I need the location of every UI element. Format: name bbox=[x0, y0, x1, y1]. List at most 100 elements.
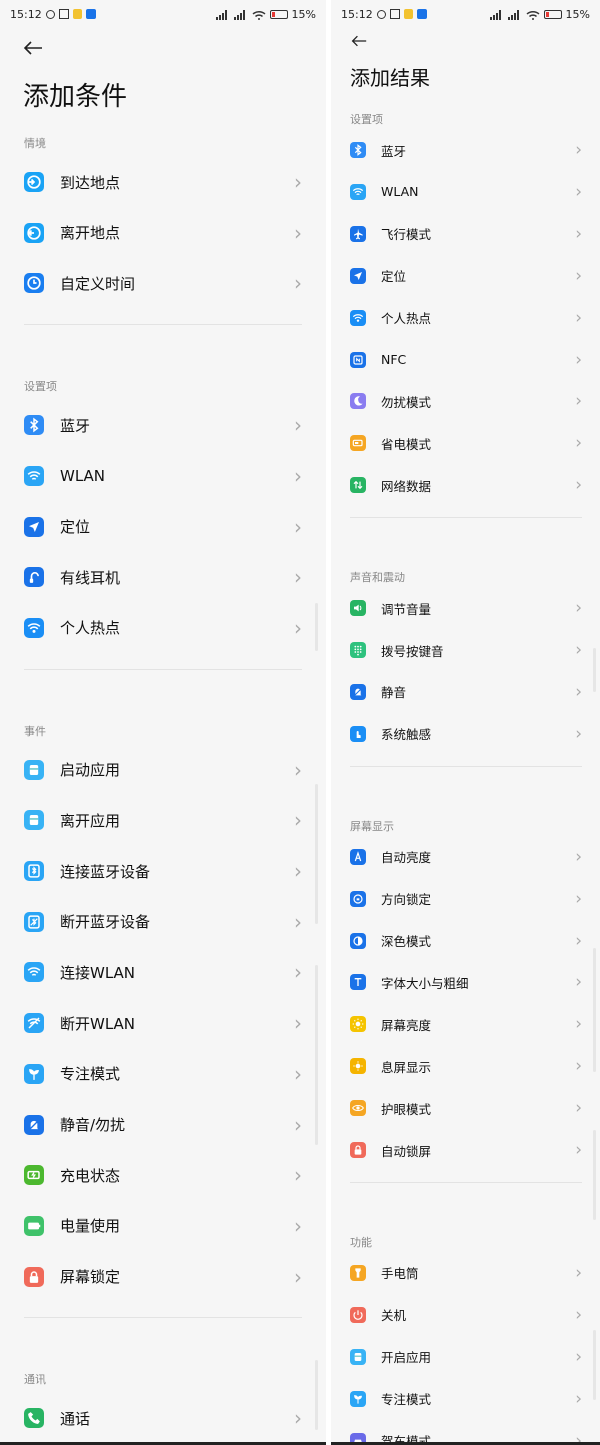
list-item-label: WLAN bbox=[60, 466, 106, 485]
list-item-charging[interactable]: 充电状态 › bbox=[24, 1158, 326, 1192]
back-button[interactable] bbox=[351, 33, 367, 52]
list-item-wifi-disconnect[interactable]: 断开WLAN › bbox=[24, 1006, 326, 1040]
alarm-icon bbox=[377, 10, 386, 19]
list-item-wifi[interactable]: WLAN › bbox=[350, 177, 600, 207]
list-item-dark-mode[interactable]: 深色模式 › bbox=[350, 926, 600, 956]
list-item-hotspot[interactable]: 个人热点 › bbox=[24, 611, 326, 645]
list-item-rotation-lock[interactable]: 方向锁定 › bbox=[350, 884, 600, 914]
list-item-label: 勿扰模式 bbox=[381, 394, 432, 410]
hotspot-icon bbox=[350, 309, 366, 326]
chevron-right-icon: › bbox=[294, 170, 302, 194]
status-notification-icons bbox=[373, 8, 427, 21]
list-item-location-arrow[interactable]: 定位 › bbox=[24, 510, 326, 544]
chevron-right-icon: › bbox=[575, 475, 582, 496]
wifi-status-icon bbox=[252, 10, 266, 20]
list-item-flashlight[interactable]: 手电筒 › bbox=[350, 1258, 600, 1288]
chevron-right-icon: › bbox=[575, 1056, 582, 1077]
battery-percent: 15% bbox=[291, 8, 316, 21]
list-item-bluetooth-connect[interactable]: 连接蓝牙设备 › bbox=[24, 854, 326, 888]
chevron-right-icon: › bbox=[575, 181, 582, 202]
section-divider bbox=[350, 765, 582, 767]
bluetooth-icon bbox=[350, 142, 366, 158]
list-item-mute-bell[interactable]: 静音 › bbox=[350, 677, 600, 707]
list-item-focus-sprout[interactable]: 专注模式 › bbox=[24, 1057, 326, 1091]
list-item-label: 深色模式 bbox=[381, 934, 432, 949]
section-label: 声音和震动 bbox=[350, 571, 405, 585]
list-item-label: 飞行模式 bbox=[381, 227, 432, 243]
scrollbar-track[interactable] bbox=[315, 603, 318, 651]
list-item-airplane[interactable]: 飞行模式 › bbox=[350, 219, 600, 249]
list-item-dialpad[interactable]: 拨号按键音 › bbox=[350, 635, 600, 665]
list-item-app-launch[interactable]: 启动应用 › bbox=[24, 753, 326, 787]
list-item-app-leave[interactable]: 离开应用 › bbox=[24, 803, 326, 837]
dialpad-icon bbox=[350, 642, 366, 658]
list-item-mute-bell[interactable]: 静音/勿扰 › bbox=[24, 1108, 326, 1142]
signal-icon bbox=[507, 9, 522, 20]
scrollbar-track[interactable] bbox=[593, 1330, 596, 1400]
list-item-label: NFC bbox=[381, 352, 407, 367]
status-bar: 15:12 15% bbox=[331, 0, 600, 28]
list-item-bluetooth[interactable]: 蓝牙 › bbox=[350, 135, 600, 165]
chevron-right-icon: › bbox=[575, 1098, 582, 1119]
list-item-power[interactable]: 关机 › bbox=[350, 1300, 600, 1330]
list-item-label: 网络数据 bbox=[381, 478, 432, 494]
list-item-label: 定位 bbox=[60, 518, 91, 536]
scrollbar-track[interactable] bbox=[593, 948, 596, 1072]
list-item-phone[interactable]: 通话 › bbox=[24, 1401, 326, 1435]
list-item-sun[interactable]: 屏幕亮度 › bbox=[350, 1009, 600, 1039]
status-bar: 15:12 15% bbox=[0, 0, 326, 28]
aod-icon bbox=[350, 1058, 366, 1075]
app-notification-icon bbox=[59, 9, 69, 19]
list-item-mobile-data[interactable]: 网络数据 › bbox=[350, 470, 600, 500]
list-item-font-size[interactable]: 字体大小与粗细 › bbox=[350, 967, 600, 997]
list-item-nfc[interactable]: NFC › bbox=[350, 345, 600, 375]
app-notification-icon bbox=[390, 9, 400, 19]
section-label: 情境 bbox=[24, 137, 46, 150]
list-item-location-arrow[interactable]: 定位 › bbox=[350, 261, 600, 291]
alarm-icon bbox=[46, 10, 55, 19]
section-divider bbox=[24, 324, 302, 326]
list-item-touch[interactable]: 系统触感 › bbox=[350, 719, 600, 749]
list-item-wifi[interactable]: WLAN › bbox=[24, 459, 326, 493]
status-time: 15:12 bbox=[10, 8, 42, 21]
list-item-hotspot[interactable]: 个人热点 › bbox=[350, 303, 600, 333]
chevron-right-icon: › bbox=[294, 960, 302, 985]
section-divider bbox=[24, 1317, 302, 1319]
list-item-arrive-location[interactable]: 到达地点 › bbox=[24, 165, 326, 199]
scrollbar-track[interactable] bbox=[593, 648, 596, 692]
list-item-battery-usage[interactable]: 电量使用 › bbox=[24, 1209, 326, 1243]
list-item-moon[interactable]: 勿扰模式 › bbox=[350, 386, 600, 416]
scrollbar-track[interactable] bbox=[593, 1130, 596, 1220]
mute-bell-icon bbox=[350, 683, 366, 700]
list-item-leave-location[interactable]: 离开地点 › bbox=[24, 216, 326, 250]
list-item-bluetooth[interactable]: 蓝牙 › bbox=[24, 408, 326, 442]
list-item-clock[interactable]: 自定义时间 › bbox=[24, 266, 326, 300]
scrollbar-track[interactable] bbox=[315, 1360, 318, 1430]
list-item-label: 屏幕亮度 bbox=[381, 1017, 432, 1033]
list-item-wifi-connect[interactable]: 连接WLAN › bbox=[24, 955, 326, 989]
airplane-icon bbox=[350, 225, 366, 242]
list-item-bluetooth-disconnect[interactable]: 断开蓝牙设备 › bbox=[24, 905, 326, 939]
back-button[interactable] bbox=[23, 40, 43, 59]
list-item-app-launch[interactable]: 开启应用 › bbox=[350, 1342, 600, 1372]
scrollbar-track[interactable] bbox=[315, 784, 318, 924]
list-item-label: 开启应用 bbox=[381, 1350, 432, 1366]
list-item-auto-brightness[interactable]: 自动亮度 › bbox=[350, 842, 600, 872]
battery-saver-icon bbox=[350, 435, 366, 452]
battery-icon bbox=[543, 10, 562, 19]
chevron-right-icon: › bbox=[294, 271, 302, 296]
list-item-lock[interactable]: 自动锁屏 › bbox=[350, 1135, 600, 1165]
list-item-focus-sprout[interactable]: 专注模式 › bbox=[350, 1384, 600, 1414]
leave-location-icon bbox=[24, 222, 44, 243]
list-item-battery-saver[interactable]: 省电模式 › bbox=[350, 428, 600, 458]
chevron-right-icon: › bbox=[575, 307, 582, 328]
list-item-aod[interactable]: 息屏显示 › bbox=[350, 1051, 600, 1081]
status-right: 15% bbox=[215, 8, 316, 21]
scrollbar-track[interactable] bbox=[315, 965, 318, 1145]
chevron-right-icon: › bbox=[294, 1112, 302, 1137]
list-item-headphone[interactable]: 有线耳机 › bbox=[24, 560, 326, 594]
list-item-label: 蓝牙 bbox=[60, 416, 91, 435]
list-item-eye[interactable]: 护眼模式 › bbox=[350, 1093, 600, 1123]
list-item-lock[interactable]: 屏幕锁定 › bbox=[24, 1260, 326, 1294]
list-item-volume[interactable]: 调节音量 › bbox=[350, 593, 600, 623]
